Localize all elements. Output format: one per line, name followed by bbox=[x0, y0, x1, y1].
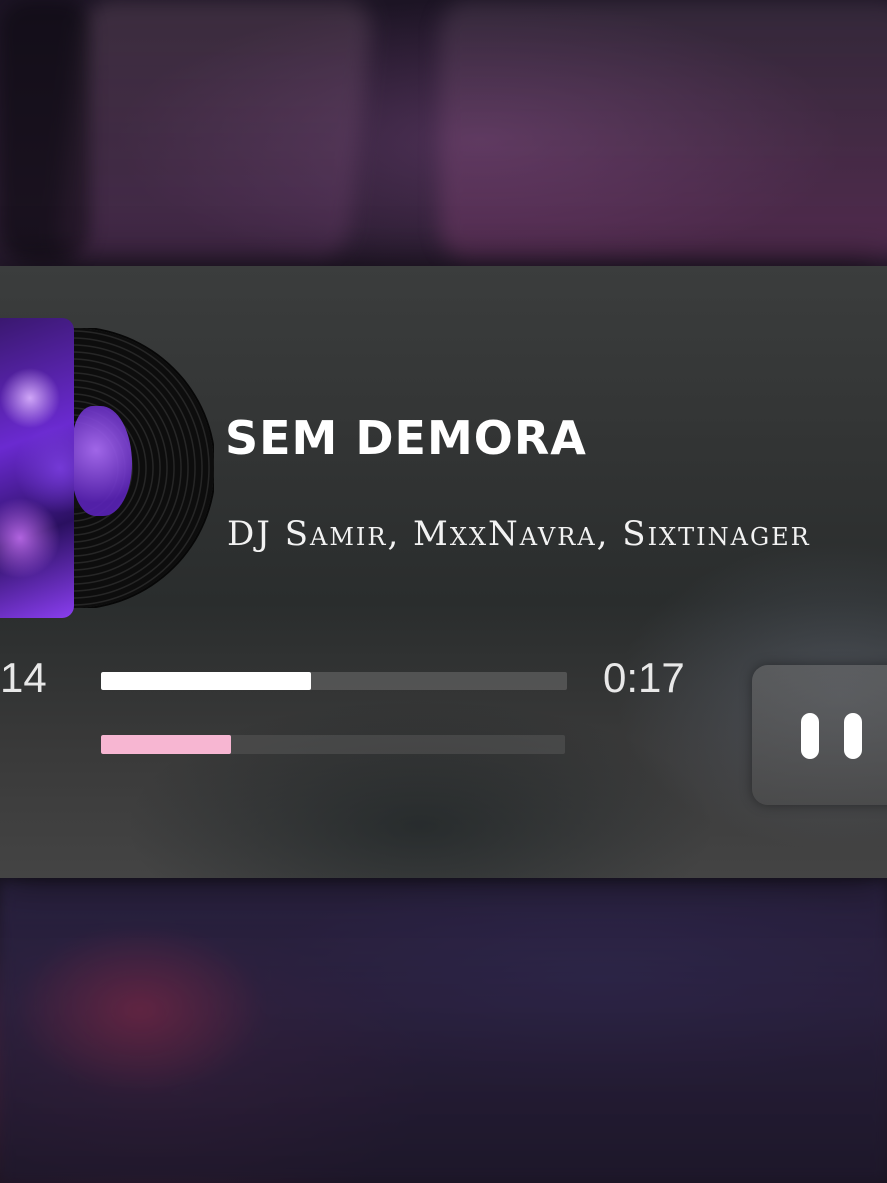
background-dashboard bbox=[0, 880, 887, 1183]
song-artists: DJ Samir, MxxNavra, Sixtinager bbox=[227, 514, 811, 554]
time-total: 0:17 bbox=[603, 654, 685, 701]
background-shadow bbox=[0, 0, 90, 260]
pause-icon-bar-right bbox=[844, 713, 862, 759]
progress-bar-fill bbox=[101, 672, 311, 690]
time-elapsed: 14 bbox=[0, 654, 47, 701]
album-art bbox=[0, 318, 74, 618]
song-title: SEM DEMORA bbox=[225, 411, 587, 465]
music-player-card: SEM DEMORA DJ Samir, MxxNavra, Sixtinage… bbox=[0, 266, 887, 878]
pause-button[interactable] bbox=[752, 665, 887, 805]
secondary-progress-bar[interactable] bbox=[101, 735, 565, 754]
background-seat-left bbox=[56, 0, 374, 260]
progress-bar[interactable] bbox=[101, 672, 567, 690]
album-art-overflow bbox=[72, 406, 132, 516]
secondary-progress-fill bbox=[101, 735, 231, 754]
pause-icon-bar-left bbox=[801, 713, 819, 759]
background-seat-right bbox=[440, 0, 887, 260]
